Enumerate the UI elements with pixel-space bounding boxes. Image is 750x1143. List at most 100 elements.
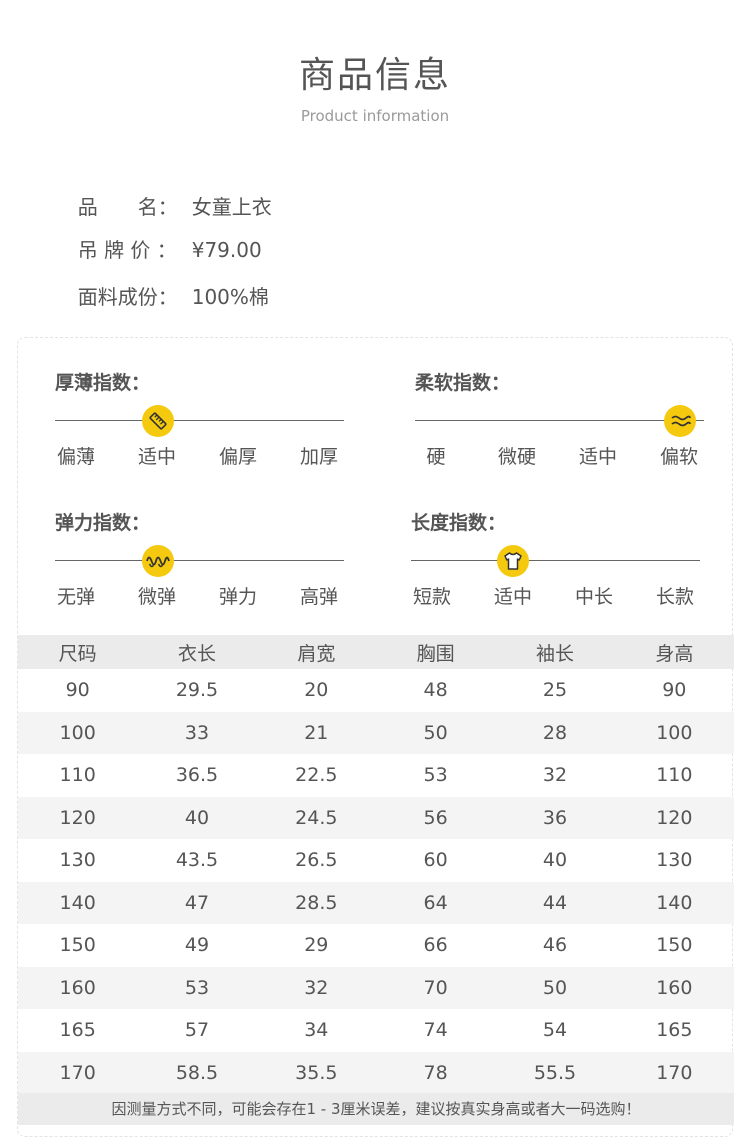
table-cell: 33 <box>137 711 257 754</box>
table-cell: 140 <box>18 881 138 924</box>
softness-index-title: 柔软指数： <box>415 372 511 394</box>
table-cell: 150 <box>59 934 96 957</box>
table-cell: 50 <box>495 966 615 1009</box>
table-cell: 48 <box>423 679 448 702</box>
table-cell: 100 <box>18 711 138 754</box>
header-length: 衣长 <box>137 635 257 669</box>
table-cell: 55.5 <box>495 1051 615 1094</box>
table-cell: 21 <box>256 711 376 754</box>
softness-index-track <box>415 420 704 421</box>
table-cell: 90 <box>662 679 687 702</box>
size-table: 尺码 衣长 肩宽 胸围 袖长 身高 90 29.5 20 48 25 90 100 33 21 5… <box>18 635 734 1094</box>
thickness-index-title: 厚薄指数： <box>55 372 151 394</box>
header-sleeve: 袖长 <box>495 635 615 669</box>
table-cell: 170 <box>18 1051 138 1094</box>
thickness-option-thick: 偏厚 <box>218 446 257 468</box>
tag-price-row: 吊 牌 价 ： ¥79.00 <box>65 211 262 263</box>
fabric-label: 面料成份： <box>77 285 178 309</box>
table-cell: 44 <box>495 881 615 924</box>
elasticity-index-title: 弹力指数： <box>55 512 151 534</box>
table-cell: 36.5 <box>175 764 219 787</box>
table-row: 110 36.5 22.5 53 32 110 <box>18 754 734 797</box>
softness-option-hard: 硬 <box>426 446 446 468</box>
table-cell: 50 <box>375 711 496 754</box>
elasticity-option-elastic: 弹力 <box>218 586 257 608</box>
table-cell: 29 <box>304 934 329 957</box>
length-index-title: 长度指数： <box>411 512 507 534</box>
page-title: 商品信息 <box>298 55 451 96</box>
table-cell: 90 <box>65 679 90 702</box>
table-cell: 130 <box>59 849 96 872</box>
table-cell: 165 <box>59 1019 96 1042</box>
table-cell: 66 <box>423 934 448 957</box>
table-cell: 20 <box>304 679 329 702</box>
table-cell: 43.5 <box>175 849 219 872</box>
thickness-option-thin: 偏薄 <box>56 446 95 468</box>
table-cell: 110 <box>59 764 96 787</box>
table-cell: 24.5 <box>256 796 376 839</box>
thickness-option-medium: 适中 <box>137 446 176 468</box>
table-cell: 60 <box>423 849 448 872</box>
table-cell: 22.5 <box>295 764 338 787</box>
header-size: 尺码 <box>18 635 138 669</box>
table-cell: 170 <box>614 1051 734 1094</box>
table-cell: 64 <box>375 881 496 924</box>
table-row: 165 57 34 74 54 165 <box>18 1009 734 1052</box>
table-cell: 78 <box>375 1051 496 1094</box>
table-cell: 150 <box>656 934 693 957</box>
table-cell: 140 <box>614 881 734 924</box>
table-cell: 29.5 <box>175 679 219 702</box>
header-chest: 胸围 <box>375 635 496 669</box>
table-cell: 53 <box>137 966 257 1009</box>
table-cell: 120 <box>18 796 138 839</box>
table-row: 160 53 32 70 50 160 <box>18 966 734 1009</box>
table-cell: 49 <box>184 934 210 957</box>
page-subtitle: Product information <box>300 107 450 125</box>
elasticity-index-track <box>55 560 344 561</box>
table-cell: 100 <box>614 711 734 754</box>
table-row: 120 40 24.5 56 36 120 <box>18 796 734 839</box>
softness-option-medium: 适中 <box>578 446 617 468</box>
ruler-icon <box>142 405 174 437</box>
thickness-index-track <box>55 420 344 421</box>
length-option-medium: 适中 <box>493 586 532 608</box>
table-cell: 53 <box>423 764 448 787</box>
header-height: 身高 <box>614 635 734 669</box>
fabric-row: 面料成份： 100%棉 <box>65 258 269 310</box>
table-cell: 25 <box>542 679 568 702</box>
length-option-long: 长款 <box>655 586 694 608</box>
softness-option-slightly-hard: 微硬 <box>497 446 536 468</box>
table-cell: 28 <box>495 711 615 754</box>
table-row: 170 58.5 35.5 78 55.5 170 <box>18 1051 734 1094</box>
table-cell: 160 <box>18 966 138 1009</box>
table-cell: 36 <box>495 796 615 839</box>
table-row: 150 49 29 66 46 150 <box>18 924 734 967</box>
table-cell: 130 <box>656 849 693 872</box>
length-index-track <box>411 560 700 561</box>
softness-option-soft: 偏软 <box>659 446 698 468</box>
elasticity-option-high: 高弹 <box>299 586 338 608</box>
table-cell: 165 <box>656 1019 693 1042</box>
elasticity-option-slight: 微弹 <box>137 586 176 608</box>
table-cell: 40 <box>137 796 257 839</box>
table-row: 140 47 28.5 64 44 140 <box>18 881 734 924</box>
table-cell: 40 <box>542 849 568 872</box>
table-cell: 26.5 <box>295 849 338 872</box>
table-cell: 47 <box>137 881 257 924</box>
spring-icon <box>142 545 174 577</box>
table-row: 90 29.5 20 48 25 90 <box>18 669 734 712</box>
table-cell: 58.5 <box>137 1051 257 1094</box>
header-shoulder: 肩宽 <box>256 635 376 669</box>
fabric-value: 100%棉 <box>191 285 269 309</box>
table-cell: 57 <box>184 1019 210 1042</box>
table-cell: 56 <box>375 796 496 839</box>
table-cell: 35.5 <box>256 1051 376 1094</box>
size-table-header: 尺码 衣长 肩宽 胸围 袖长 身高 <box>18 635 734 669</box>
wave-icon <box>664 405 696 437</box>
table-cell: 28.5 <box>256 881 376 924</box>
table-cell: 70 <box>375 966 496 1009</box>
tshirt-icon <box>497 545 529 577</box>
table-cell: 32 <box>256 966 376 1009</box>
table-cell: 160 <box>614 966 734 1009</box>
table-row: 130 43.5 26.5 60 40 130 <box>18 839 734 882</box>
